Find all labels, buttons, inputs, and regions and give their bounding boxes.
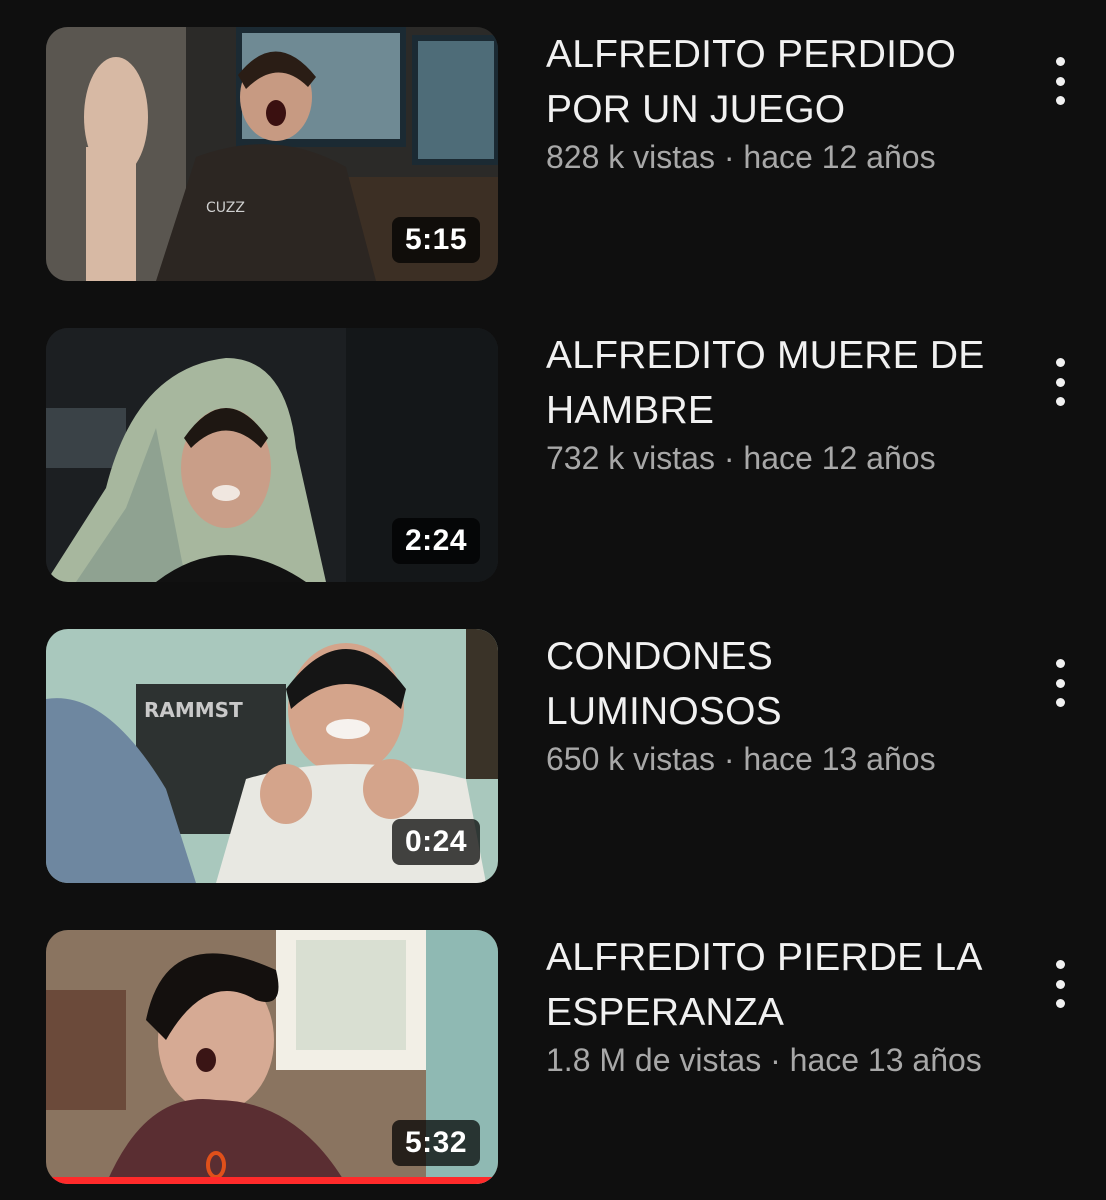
video-thumbnail[interactable]: 5:32 [46, 930, 498, 1184]
video-meta: 732 k vistas · hace 12 años [546, 440, 936, 476]
video-info[interactable]: CONDONES LUMINOSOS 650 k vistas · hace 1… [546, 629, 1016, 779]
duration-badge: 5:15 [391, 217, 480, 263]
video-thumbnail[interactable]: RAMMST 0:24 [46, 629, 498, 883]
duration-badge: 5:32 [391, 1120, 480, 1166]
video-item[interactable]: 2:24 ALFREDITO MUERE DE HAMBRE 732 k vis… [0, 328, 1106, 588]
watch-progress-fill [46, 1177, 498, 1184]
more-options-icon[interactable] [1040, 960, 1080, 1008]
video-title[interactable]: ALFREDITO PERDIDO POR UN JUEGO [546, 27, 1016, 137]
video-meta: 828 k vistas · hace 12 años [546, 139, 936, 175]
more-options-icon[interactable] [1040, 659, 1080, 707]
watch-progress-bar [46, 1177, 498, 1184]
video-title[interactable]: ALFREDITO MUERE DE HAMBRE [546, 328, 1016, 438]
svg-text:RAMMST: RAMMST [144, 698, 243, 722]
video-item[interactable]: 5:32 ALFREDITO PIERDE LA ESPERANZA 1.8 M… [0, 930, 1106, 1190]
video-info[interactable]: ALFREDITO PERDIDO POR UN JUEGO 828 k vis… [546, 27, 1016, 177]
video-thumbnail[interactable]: 2:24 [46, 328, 498, 582]
svg-text:CUZZ: CUZZ [206, 200, 245, 216]
video-item[interactable]: CUZZ 5:15 ALFREDITO PERDIDO POR UN JUEGO… [0, 27, 1106, 287]
duration-badge: 0:24 [391, 819, 480, 865]
more-options-icon[interactable] [1040, 358, 1080, 406]
video-thumbnail[interactable]: CUZZ 5:15 [46, 27, 498, 281]
more-options-icon[interactable] [1040, 57, 1080, 105]
video-list: CUZZ 5:15 ALFREDITO PERDIDO POR UN JUEGO… [0, 0, 1106, 1200]
video-item[interactable]: RAMMST 0:24 CONDONES LUMINOSOS 650 k vis… [0, 629, 1106, 889]
video-meta: 650 k vistas · hace 13 años [546, 741, 936, 777]
video-info[interactable]: ALFREDITO MUERE DE HAMBRE 732 k vistas ·… [546, 328, 1016, 478]
duration-badge: 2:24 [391, 518, 480, 564]
video-meta: 1.8 M de vistas · hace 13 años [546, 1042, 982, 1078]
video-title[interactable]: ALFREDITO PIERDE LA ESPERANZA [546, 930, 1016, 1040]
video-info[interactable]: ALFREDITO PIERDE LA ESPERANZA 1.8 M de v… [546, 930, 1016, 1080]
video-title[interactable]: CONDONES LUMINOSOS [546, 629, 1016, 739]
